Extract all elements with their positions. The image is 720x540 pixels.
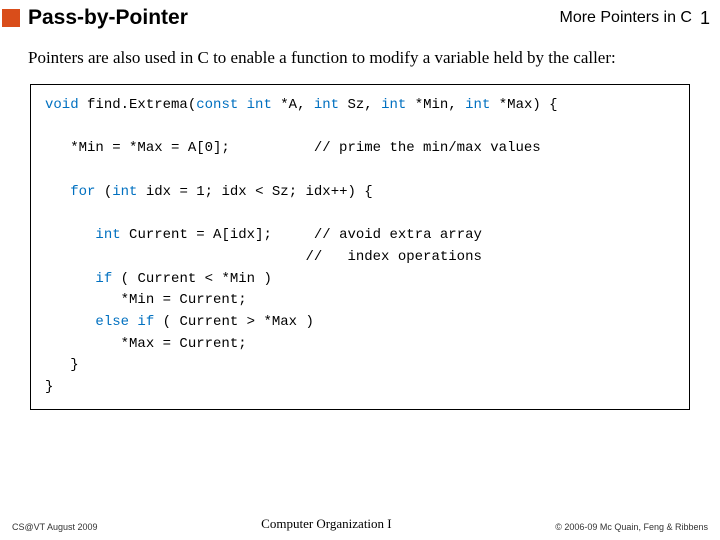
code-text: ( Current < *Min ) <box>112 271 272 287</box>
code-text <box>45 314 95 330</box>
code-line: } <box>45 357 79 373</box>
code-text: find.Extrema( <box>79 97 197 113</box>
code-text <box>45 271 95 287</box>
topic-label: More Pointers in C <box>559 9 692 27</box>
code-line: *Max = Current; <box>45 336 247 352</box>
slide: Pass-by-Pointer More Pointers in C 1 Poi… <box>0 0 720 540</box>
code-text: *A, <box>272 97 314 113</box>
slide-title: Pass-by-Pointer <box>28 6 559 30</box>
code-text: ( <box>95 184 112 200</box>
title-bullet-icon <box>2 9 20 27</box>
intro-text: Pointers are also used in C to enable a … <box>0 34 720 78</box>
code-line: // index operations <box>45 249 482 265</box>
code-line: *Min = Current; <box>45 292 247 308</box>
kw-else-if: else if <box>95 314 154 330</box>
code-text <box>45 227 95 243</box>
code-line: } <box>45 379 53 395</box>
kw-int: int <box>112 184 137 200</box>
code-line: *Min = *Max = A[0]; // prime the min/max… <box>45 140 541 156</box>
code-text: idx = 1; idx < Sz; idx++) { <box>137 184 372 200</box>
kw-int: int <box>465 97 490 113</box>
footer-center: Computer Organization I <box>261 516 391 532</box>
header: Pass-by-Pointer More Pointers in C 1 <box>0 0 720 34</box>
kw-if: if <box>95 271 112 287</box>
code-text: Sz, <box>339 97 381 113</box>
code-text <box>45 184 70 200</box>
footer: CS@VT August 2009 Computer Organization … <box>0 516 720 532</box>
code-text: ( Current > *Max ) <box>154 314 314 330</box>
kw-const-int: const int <box>196 97 272 113</box>
page-number: 1 <box>700 8 710 29</box>
code-text: *Min, <box>406 97 465 113</box>
kw-void: void <box>45 97 79 113</box>
footer-right: © 2006-09 Mc Quain, Feng & Ribbens <box>555 522 708 532</box>
kw-int: int <box>381 97 406 113</box>
code-block: void find.Extrema(const int *A, int Sz, … <box>30 84 690 410</box>
kw-int: int <box>95 227 120 243</box>
kw-int: int <box>314 97 339 113</box>
code-text: Current = A[idx]; // avoid extra array <box>121 227 482 243</box>
footer-left: CS@VT August 2009 <box>12 522 98 532</box>
kw-for: for <box>70 184 95 200</box>
code-text: *Max) { <box>490 97 557 113</box>
